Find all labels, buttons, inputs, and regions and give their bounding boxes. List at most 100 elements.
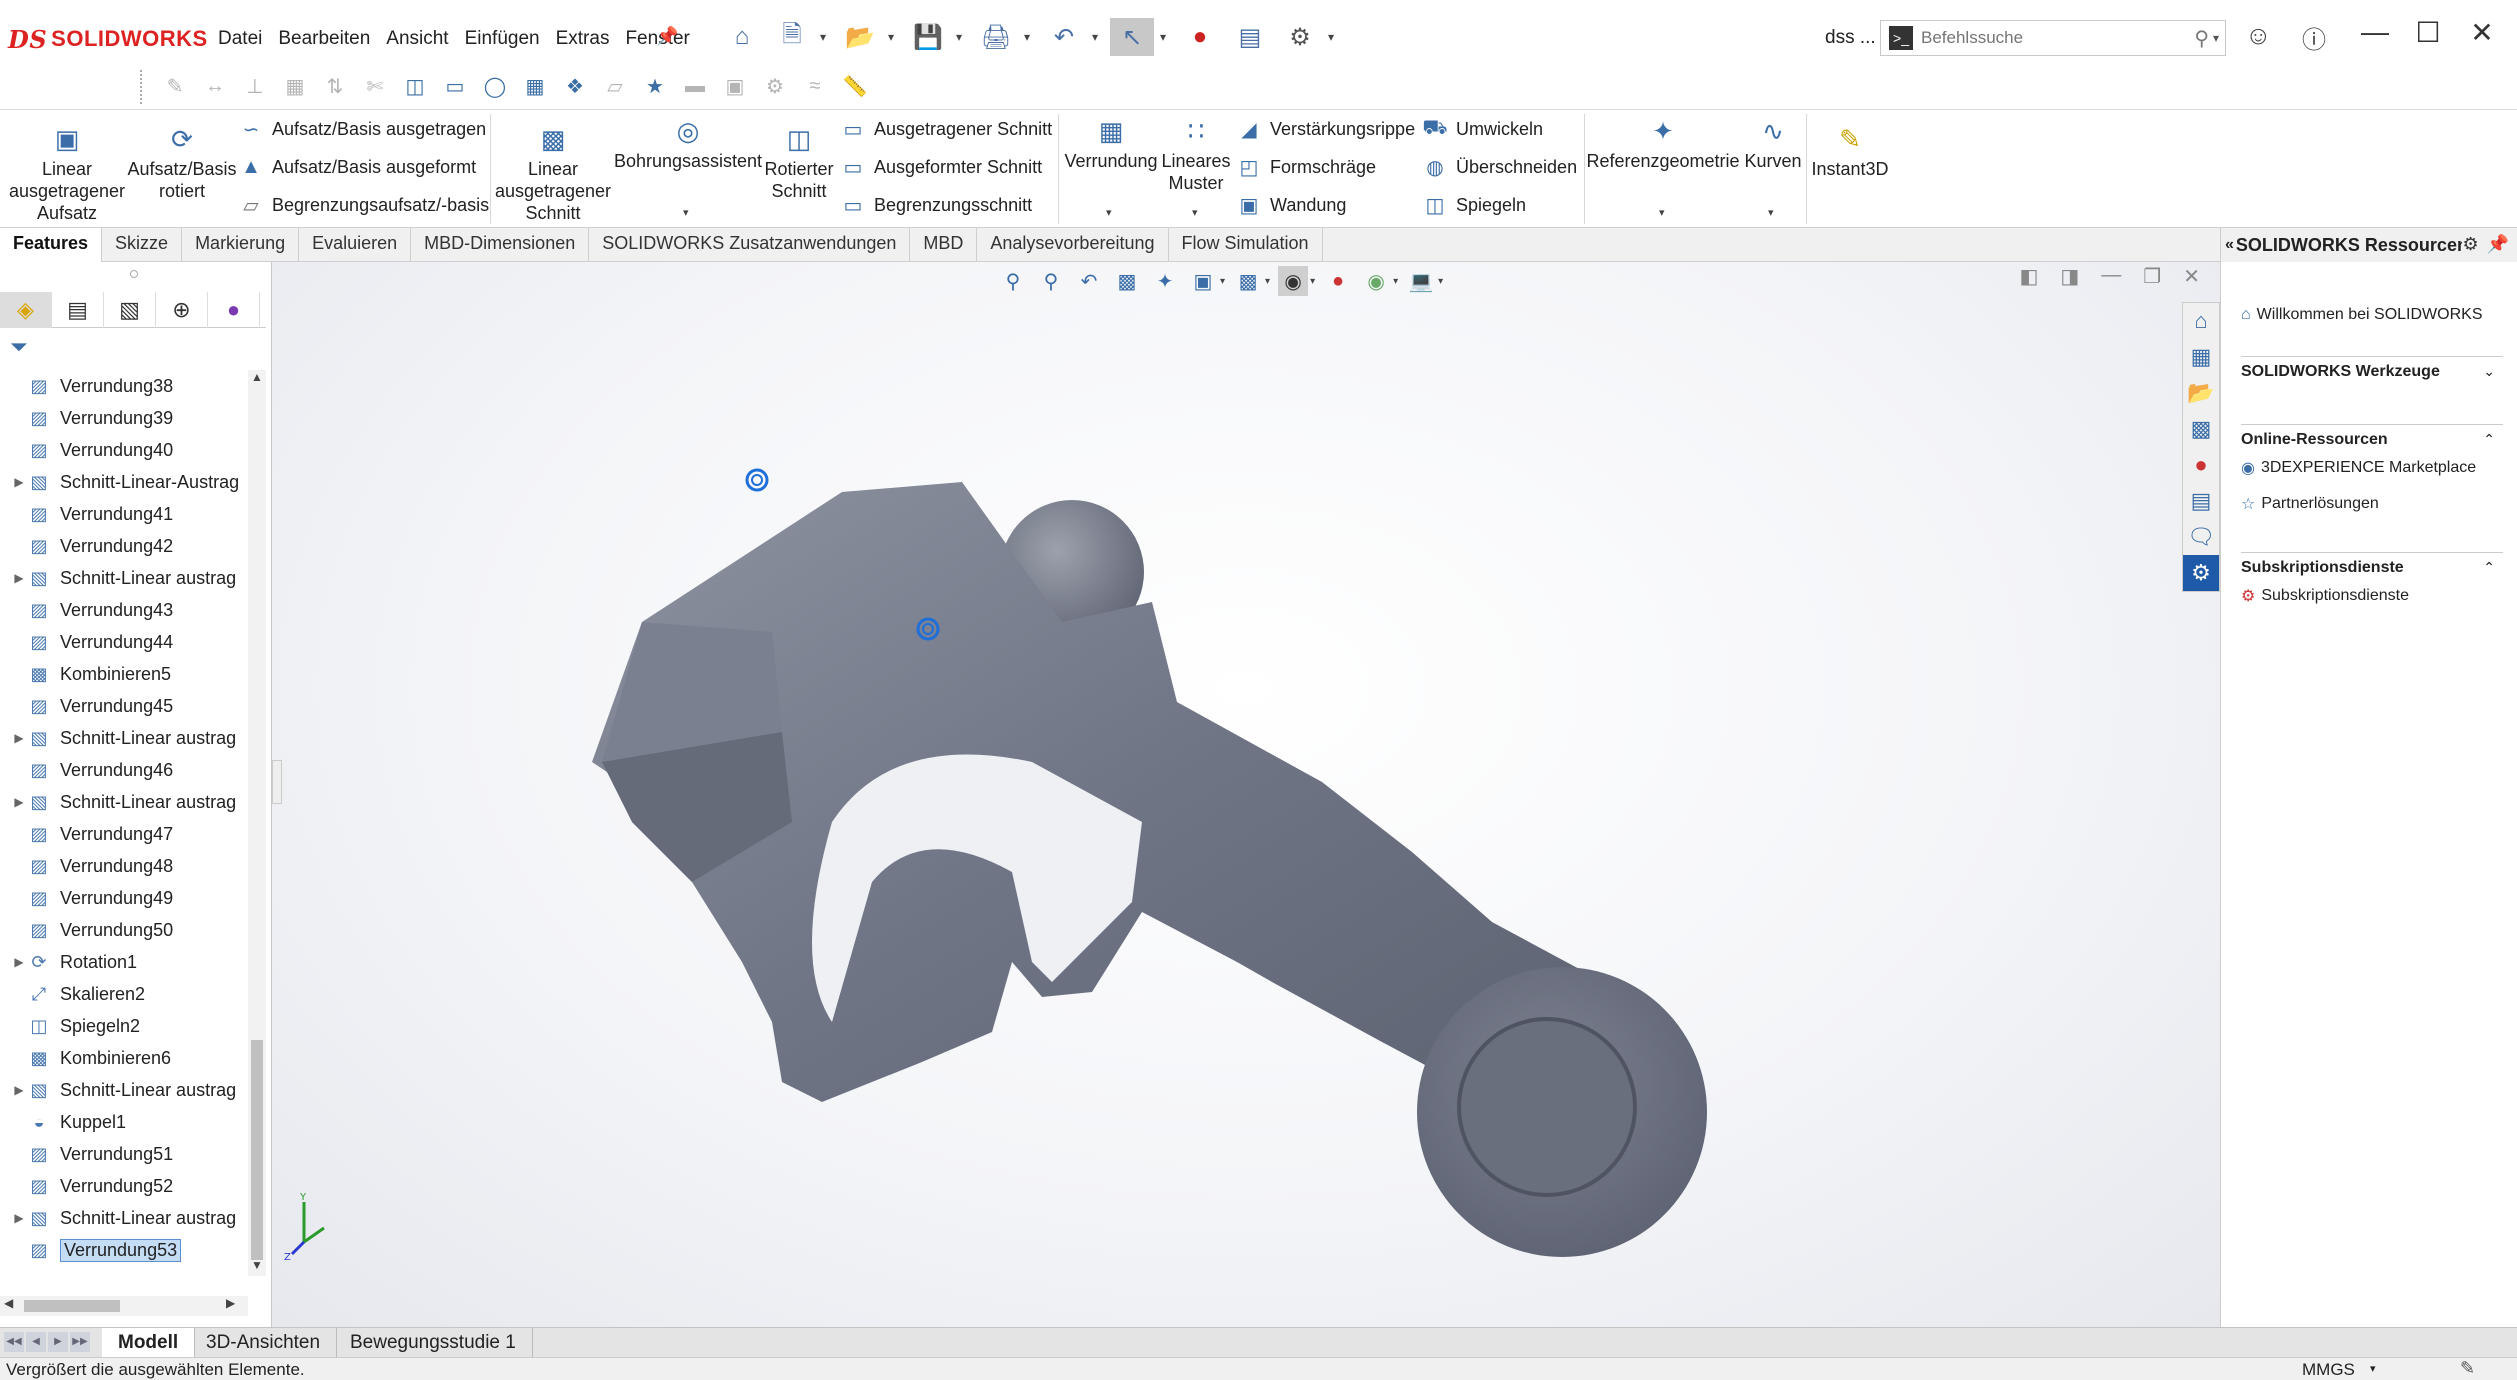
tree-horizontal-scrollbar[interactable]: ◀ ▶ <box>0 1296 248 1316</box>
open-folder-icon[interactable]: 📂 <box>838 18 882 56</box>
subscription-services-link[interactable]: ⚙ Subskriptionsdienste <box>2241 586 2409 606</box>
menu-einfuegen[interactable]: Einfügen <box>457 24 548 54</box>
select-dropdown-icon[interactable]: ▾ <box>1160 30 1172 44</box>
linear-pattern-button[interactable]: ∷ Lineares Muster <box>1160 114 1232 194</box>
weld-tool-icon[interactable]: ❖ <box>560 70 590 102</box>
lofted-boss-button[interactable]: ▲ Aufsatz/Basis ausgeformt <box>238 154 476 180</box>
chevron-down-icon[interactable]: ⌄ <box>2483 363 2495 380</box>
revolved-cut-button[interactable]: ◫ Rotierter Schnitt <box>762 122 836 202</box>
move-tool-icon[interactable]: ⇅ <box>320 70 350 102</box>
boundary-cut-button[interactable]: ▭ Begrenzungsschnitt <box>840 192 1033 218</box>
options-dropdown-icon[interactable]: ▾ <box>1328 30 1340 44</box>
tab-3d-ansichten[interactable]: 3D-Ansichten <box>190 1328 338 1358</box>
tree-item[interactable]: ▨ Verrundung42 <box>0 530 248 562</box>
tab-mbd-dimensionen[interactable]: MBD-Dimensionen <box>411 228 590 262</box>
library-tool-icon[interactable]: ★ <box>640 70 670 102</box>
marketplace-link[interactable]: ◉ 3DEXPERIENCE Marketplace <box>2241 458 2476 478</box>
revolve-boss-button[interactable]: ⟳ Aufsatz/Basis rotiert <box>127 122 236 202</box>
expand-arrow-icon[interactable]: ▶ <box>10 795 28 809</box>
options-gear-icon[interactable]: ⚙ <box>1278 18 1322 56</box>
graphics-area[interactable]: ⚲ ⚲ ↶ ▩ ✦ ▣ ▾ ▩ ▾ ◉ ▾ ● ◉ ▾ 💻 ▾ ◧ ◨ — ❐ … <box>272 262 2220 1327</box>
tab-bewegungsstudie[interactable]: Bewegungsstudie 1 <box>334 1328 533 1358</box>
tree-item[interactable]: ▨ Verrundung44 <box>0 626 248 658</box>
maximize-window-icon[interactable]: ☐ <box>2408 16 2448 49</box>
tree-item[interactable]: ▶ ▧ Schnitt-Linear-Austrag <box>0 466 248 498</box>
tree-item[interactable]: ▨ Verrundung47 <box>0 818 248 850</box>
user-account-label[interactable]: dss ... <box>1825 27 1876 49</box>
mold-tool-icon[interactable]: ▱ <box>600 70 630 102</box>
print-dropdown-icon[interactable]: ▾ <box>1024 30 1036 44</box>
model-3d-render[interactable] <box>272 262 2220 1327</box>
fillet-dropdown-icon[interactable]: ▾ <box>1106 206 1112 219</box>
menu-extras[interactable]: Extras <box>548 24 618 54</box>
solidworks-resources-icon[interactable]: ⚙ <box>2183 555 2219 591</box>
tab-markierung[interactable]: Markierung <box>182 228 300 262</box>
dimxpert-tab-icon[interactable]: ⊕ <box>156 292 208 328</box>
task-pane-settings-icon[interactable]: ⚙ <box>2462 234 2479 255</box>
menu-ansicht[interactable]: Ansicht <box>378 24 456 54</box>
home-tab-icon[interactable]: ⌂ <box>2183 303 2219 339</box>
pattern-dropdown-icon[interactable]: ▾ <box>1192 206 1198 219</box>
gear-tool-icon[interactable]: ⚙ <box>760 70 790 102</box>
extrude-surface-icon[interactable]: ▭ <box>440 70 470 102</box>
filter-icon[interactable]: ⏷ <box>10 334 28 360</box>
rib-button[interactable]: ◢ Verstärkungsrippe <box>1236 116 1415 142</box>
tree-item[interactable]: ▶ ▧ Schnitt-Linear austrag <box>0 562 248 594</box>
toolbar-grip[interactable] <box>140 70 146 104</box>
user-profile-icon[interactable]: ☺ <box>2245 20 2272 51</box>
shell-button[interactable]: ▣ Wandung <box>1236 192 1347 218</box>
expand-arrow-icon[interactable]: ▶ <box>10 1211 28 1225</box>
trim-tool-icon[interactable]: ✄ <box>360 70 390 102</box>
panel-grip[interactable] <box>130 270 138 278</box>
tree-item[interactable]: ▨ Verrundung51 <box>0 1138 248 1170</box>
task-pane-pin-icon[interactable]: 📌 <box>2486 234 2509 255</box>
search-dropdown-icon[interactable]: ▾ <box>2213 31 2219 45</box>
expand-arrow-icon[interactable]: ▶ <box>10 475 28 489</box>
undo-icon[interactable]: ↶ <box>1042 18 1086 56</box>
rebuild-traffic-light-icon[interactable]: ● <box>1178 18 1222 56</box>
mirror-button[interactable]: ◫ Spiegeln <box>1422 192 1527 218</box>
scroll-left-icon[interactable]: ◀ <box>4 1296 13 1310</box>
scroll-up-icon[interactable]: ▲ <box>248 370 266 388</box>
appearances-icon[interactable]: ● <box>2183 447 2219 483</box>
tree-item[interactable]: ▨ Verrundung41 <box>0 498 248 530</box>
lofted-cut-button[interactable]: ▭ Ausgeformter Schnitt <box>840 154 1043 180</box>
tree-item[interactable]: ▶ ▧ Schnitt-Linear austrag <box>0 1074 248 1106</box>
dimension-tool-icon[interactable]: ↔ <box>200 70 230 102</box>
tab-analysevorbereitung[interactable]: Analysevorbereitung <box>977 228 1169 262</box>
tree-item[interactable]: ▨ Verrundung48 <box>0 850 248 882</box>
custom-properties-icon[interactable]: ▤ <box>2183 483 2219 519</box>
extruded-cut-button[interactable]: ▩ Linear ausgetragener Schnitt <box>494 122 612 224</box>
tab-skizze[interactable]: Skizze <box>102 228 183 262</box>
tree-item[interactable]: ▶ ▧ Schnitt-Linear austrag <box>0 722 248 754</box>
chevron-up-icon[interactable]: ⌃ <box>2483 431 2495 448</box>
assembly-tool-icon[interactable]: ▣ <box>720 70 750 102</box>
tree-item[interactable]: ▨ Verrundung43 <box>0 594 248 626</box>
scroll-thumb[interactable] <box>251 1040 263 1260</box>
collapse-pane-icon[interactable]: « <box>2225 236 2234 254</box>
save-icon[interactable]: 💾 <box>906 18 950 56</box>
fillet-button[interactable]: ▦ Verrundung <box>1062 114 1160 172</box>
tree-item[interactable]: ▨ Verrundung45 <box>0 690 248 722</box>
tab-mbd[interactable]: MBD <box>910 228 978 262</box>
help-icon[interactable]: ⓘ <box>2302 20 2326 55</box>
swept-boss-button[interactable]: ∽ Aufsatz/Basis ausgetragen <box>238 116 487 142</box>
open-dropdown-icon[interactable]: ▾ <box>888 30 900 44</box>
property-manager-tab-icon[interactable]: ▤ <box>52 292 104 328</box>
tree-item[interactable]: ▶ ⟳ Rotation1 <box>0 946 248 978</box>
design-library-icon[interactable]: ▦ <box>2183 339 2219 375</box>
tree-item[interactable]: ▨ Verrundung38 <box>0 370 248 402</box>
tree-item[interactable]: ⤢ Skalieren2 <box>0 978 248 1010</box>
tools-section-header[interactable]: SOLIDWORKS Werkzeuge ⌄ <box>2241 356 2503 381</box>
table-tool-icon[interactable]: ▦ <box>520 70 550 102</box>
measure-ruler-icon[interactable]: 📏 <box>840 70 870 102</box>
prev-tab-icon[interactable]: ◀ <box>26 1332 46 1352</box>
hscroll-thumb[interactable] <box>24 1300 120 1312</box>
tree-item[interactable]: ▩ Kombinieren6 <box>0 1042 248 1074</box>
home-icon[interactable]: ⌂ <box>720 18 764 56</box>
wrap-button[interactable]: ⛟ Umwickeln <box>1422 116 1543 142</box>
file-properties-icon[interactable]: ▤ <box>1228 18 1272 56</box>
feature-tree-tab-icon[interactable]: ◈ <box>0 292 52 328</box>
intersect-button[interactable]: ◍ Überschneiden <box>1422 154 1577 180</box>
new-document-icon[interactable]: 🗎 <box>770 18 814 56</box>
